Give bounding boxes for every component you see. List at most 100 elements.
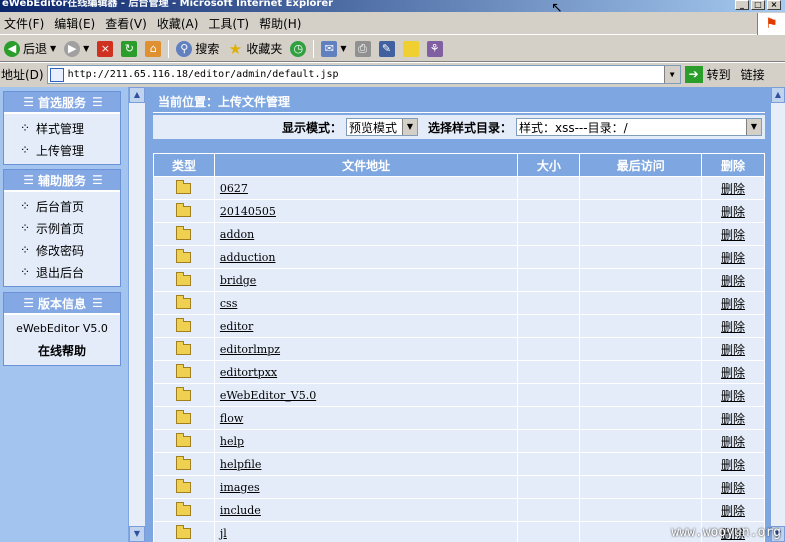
sidebar: ☰ 首选服务 ☰ ⁘ 样式管理 ⁘ 上传管理 ☰ 辅助服务 ☰ ⁘ 后台首页 ⁘ 示例首… bbox=[0, 87, 128, 542]
address-label: 地址(D) bbox=[1, 68, 44, 82]
favorites-button[interactable]: ★ 收藏夹 bbox=[223, 38, 286, 60]
back-dropdown-icon[interactable]: ▼ bbox=[50, 44, 56, 53]
minimize-button[interactable]: _ bbox=[735, 0, 749, 10]
edit-button[interactable]: ✎ bbox=[375, 38, 399, 60]
size-cell bbox=[517, 383, 581, 407]
delete-link[interactable]: 删除 bbox=[701, 268, 765, 292]
sidebar-item-logout[interactable]: ⁘ 退出后台 bbox=[4, 261, 120, 283]
file-link[interactable]: editor bbox=[213, 314, 519, 338]
col-delete: 删除 bbox=[701, 153, 765, 177]
go-button[interactable]: ➔ 转到 bbox=[684, 66, 731, 83]
maximize-button[interactable]: □ bbox=[751, 0, 765, 10]
menu-view[interactable]: 查看(V) bbox=[101, 15, 153, 32]
bar-icon: ☰ bbox=[23, 296, 34, 310]
primary-services-header: ☰ 首选服务 ☰ bbox=[4, 92, 120, 114]
menu-tools[interactable]: 工具(T) bbox=[204, 15, 255, 32]
delete-link[interactable]: 删除 bbox=[701, 429, 765, 453]
search-label: 搜索 bbox=[195, 42, 220, 56]
table-row: flow 删除 bbox=[153, 406, 765, 430]
scroll-up-icon[interactable]: ▲ bbox=[771, 87, 785, 103]
back-label: 后退 bbox=[23, 42, 48, 56]
delete-link[interactable]: 删除 bbox=[701, 176, 765, 200]
table-row: helpfile 删除 bbox=[153, 452, 765, 476]
online-help-link[interactable]: 在线帮助 bbox=[4, 340, 120, 362]
folder-cell bbox=[153, 176, 215, 200]
file-link[interactable]: include bbox=[213, 498, 519, 522]
file-link[interactable]: addon bbox=[213, 222, 519, 246]
search-button[interactable]: ⚲ 搜索 bbox=[172, 38, 223, 60]
file-link[interactable]: adduction bbox=[213, 245, 519, 269]
scroll-down-icon[interactable]: ▼ bbox=[129, 526, 145, 542]
home-button[interactable]: ⌂ bbox=[141, 38, 165, 60]
close-button[interactable]: × bbox=[767, 0, 781, 10]
toolbar-separator bbox=[313, 39, 315, 58]
delete-link[interactable]: 删除 bbox=[701, 406, 765, 430]
size-cell bbox=[517, 291, 581, 315]
address-input[interactable]: http://211.65.116.18/editor/admin/defaul… bbox=[46, 65, 681, 84]
mail-button[interactable]: ✉ ▼ bbox=[317, 38, 350, 60]
scroll-up-icon[interactable]: ▲ bbox=[129, 87, 145, 103]
delete-link[interactable]: 删除 bbox=[701, 383, 765, 407]
forward-arrow-icon: ▶ bbox=[64, 40, 81, 57]
menu-help[interactable]: 帮助(H) bbox=[255, 15, 307, 32]
back-button[interactable]: ◀ 后退 ▼ bbox=[0, 38, 60, 60]
sidebar-item-label: 后台首页 bbox=[36, 199, 85, 214]
delete-link[interactable]: 删除 bbox=[701, 337, 765, 361]
folder-cell bbox=[153, 429, 215, 453]
chevron-down-icon[interactable]: ▼ bbox=[401, 119, 417, 135]
chevron-down-icon[interactable]: ▼ bbox=[746, 119, 761, 135]
print-button[interactable]: ⎙ bbox=[351, 38, 375, 60]
main-scrollbar[interactable]: ▲ ▼ bbox=[770, 87, 785, 542]
delete-link[interactable]: 删除 bbox=[701, 291, 765, 315]
sidebar-item-change-password[interactable]: ⁘ 修改密码 bbox=[4, 239, 120, 261]
menu-file[interactable]: 文件(F) bbox=[0, 15, 50, 32]
delete-link[interactable]: 删除 bbox=[701, 314, 765, 338]
mail-dropdown-icon[interactable]: ▼ bbox=[340, 44, 346, 53]
file-link[interactable]: bridge bbox=[213, 268, 519, 292]
bullet-icon: ⁘ bbox=[20, 243, 31, 257]
menu-edit[interactable]: 编辑(E) bbox=[50, 15, 101, 32]
sidebar-item-style-manage[interactable]: ⁘ 样式管理 bbox=[4, 117, 120, 139]
forward-dropdown-icon[interactable]: ▼ bbox=[83, 44, 89, 53]
sidebar-item-demo-home[interactable]: ⁘ 示例首页 bbox=[4, 217, 120, 239]
delete-link[interactable]: 删除 bbox=[701, 475, 765, 499]
table-row: css 删除 bbox=[153, 291, 765, 315]
delete-link[interactable]: 删除 bbox=[701, 498, 765, 522]
bullet-icon: ⁘ bbox=[20, 199, 31, 213]
history-button[interactable]: ◷ bbox=[286, 38, 310, 60]
sidebar-item-admin-home[interactable]: ⁘ 后台首页 bbox=[4, 195, 120, 217]
size-cell bbox=[517, 406, 581, 430]
delete-link[interactable]: 删除 bbox=[701, 199, 765, 223]
file-link[interactable]: jl bbox=[213, 521, 519, 542]
research-button[interactable]: ⚘ bbox=[423, 38, 447, 60]
file-link[interactable]: helpfile bbox=[213, 452, 519, 476]
delete-link[interactable]: 删除 bbox=[701, 360, 765, 384]
sidebar-scrollbar[interactable]: ▲ ▼ bbox=[128, 87, 145, 542]
address-dropdown-icon[interactable]: ▼ bbox=[663, 66, 680, 83]
delete-link[interactable]: 删除 bbox=[701, 452, 765, 476]
delete-link[interactable]: 删除 bbox=[701, 222, 765, 246]
file-link[interactable]: 0627 bbox=[213, 176, 519, 200]
links-button[interactable]: 链接 bbox=[741, 66, 765, 83]
file-link[interactable]: images bbox=[213, 475, 519, 499]
folder-cell bbox=[153, 199, 215, 223]
file-link[interactable]: editortpxx bbox=[213, 360, 519, 384]
favorites-label: 收藏夹 bbox=[246, 42, 283, 56]
file-link[interactable]: help bbox=[213, 429, 519, 453]
display-mode-select[interactable]: 预览模式 ▼ bbox=[345, 118, 418, 136]
sidebar-item-upload-manage[interactable]: ⁘ 上传管理 bbox=[4, 139, 120, 161]
file-link[interactable]: eWebEditor_V5.0 bbox=[213, 383, 519, 407]
file-link[interactable]: flow bbox=[213, 406, 519, 430]
star-icon: ★ bbox=[228, 39, 243, 58]
file-link[interactable]: css bbox=[213, 291, 519, 315]
discuss-button[interactable] bbox=[399, 38, 423, 60]
style-dir-select[interactable]: 样式：xss---目录：/ ▼ bbox=[516, 118, 762, 136]
stop-button[interactable]: × bbox=[93, 38, 117, 60]
menu-favorites[interactable]: 收藏(A) bbox=[153, 15, 205, 32]
file-link[interactable]: editorlmpz bbox=[213, 337, 519, 361]
forward-button[interactable]: ▶ ▼ bbox=[60, 38, 93, 60]
file-link[interactable]: 20140505 bbox=[213, 199, 519, 223]
delete-link[interactable]: 删除 bbox=[701, 245, 765, 269]
refresh-button[interactable]: ↻ bbox=[117, 38, 141, 60]
search-icon: ⚲ bbox=[176, 40, 193, 57]
